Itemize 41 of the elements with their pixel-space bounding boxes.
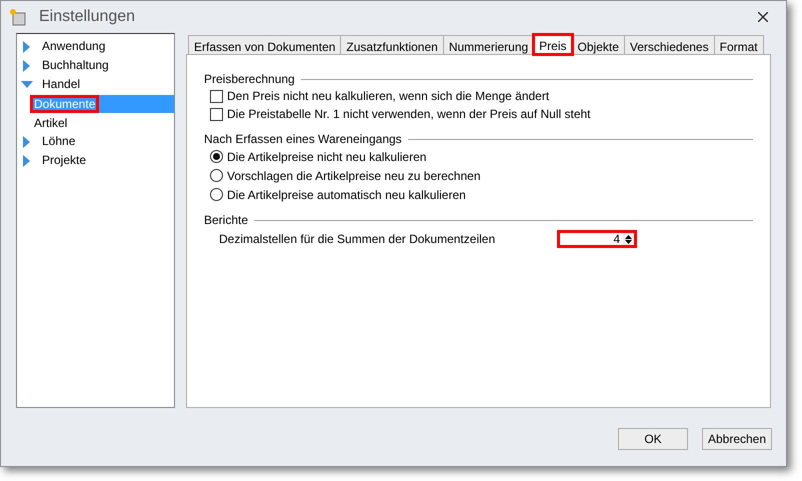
spinner-value: 4 xyxy=(612,233,621,245)
radio-button[interactable] xyxy=(210,169,223,182)
field-label: Dezimalstellen für die Summen der Dokumentzeilen xyxy=(219,231,496,248)
collapsed-arrow-icon[interactable] xyxy=(23,40,31,52)
radio-button[interactable] xyxy=(210,188,223,201)
tab[interactable]: Zusatzfunktionen xyxy=(340,35,444,54)
group-title: Nach Erfassen eines Wareneingangs xyxy=(204,131,402,148)
tab[interactable]: Verschiedenes xyxy=(624,35,715,54)
app-icon xyxy=(9,8,27,26)
window-title: Einstellungen xyxy=(39,7,136,27)
close-icon[interactable] xyxy=(758,12,768,22)
radio-label: Vorschlagen die Artikelpreise neu zu berechnen xyxy=(227,168,480,184)
tab[interactable]: Nummerierung xyxy=(442,35,534,54)
checkbox[interactable] xyxy=(210,90,223,102)
collapsed-arrow-icon[interactable] xyxy=(23,154,31,166)
tree-item[interactable]: Projekte xyxy=(40,152,88,169)
checkbox-label: Die Preistabelle Nr. 1 nicht verwenden, wenn der Preis auf Null steht xyxy=(227,106,591,123)
tree-item[interactable]: Löhne xyxy=(40,133,78,150)
tab[interactable]: Objekte xyxy=(572,35,625,54)
checkbox-label: Den Preis nicht neu kalkulieren, wenn sich die Menge ändert xyxy=(227,88,550,105)
dialog-button[interactable]: Abbrechen xyxy=(702,428,772,450)
tab[interactable]: Erfassen von Dokumenten xyxy=(188,35,342,54)
dialog-button[interactable]: OK xyxy=(618,428,688,450)
tree-item[interactable]: Artikel xyxy=(32,116,70,130)
number-spinner[interactable]: 4 xyxy=(557,230,637,248)
radio-button[interactable] xyxy=(210,150,223,163)
tree-item[interactable]: Buchhaltung xyxy=(40,57,111,74)
expanded-arrow-icon[interactable] xyxy=(21,80,33,88)
tab[interactable]: Format xyxy=(714,35,764,54)
tree-item[interactable]: Handel xyxy=(40,76,82,93)
collapsed-arrow-icon[interactable] xyxy=(23,60,31,72)
up-arrow-icon[interactable] xyxy=(625,234,632,238)
checkbox[interactable] xyxy=(210,108,223,120)
group-title: Preisberechnung xyxy=(204,71,295,88)
tab[interactable]: Preis xyxy=(533,34,573,55)
down-arrow-icon[interactable] xyxy=(625,240,632,244)
tree-item[interactable]: Anwendung xyxy=(40,38,108,55)
radio-label: Die Artikelpreise automatisch neu kalkulieren xyxy=(227,186,466,204)
group-title: Berichte xyxy=(204,212,248,229)
radio-label: Die Artikelpreise nicht neu kalkulieren xyxy=(227,148,426,166)
collapsed-arrow-icon[interactable] xyxy=(23,136,31,148)
